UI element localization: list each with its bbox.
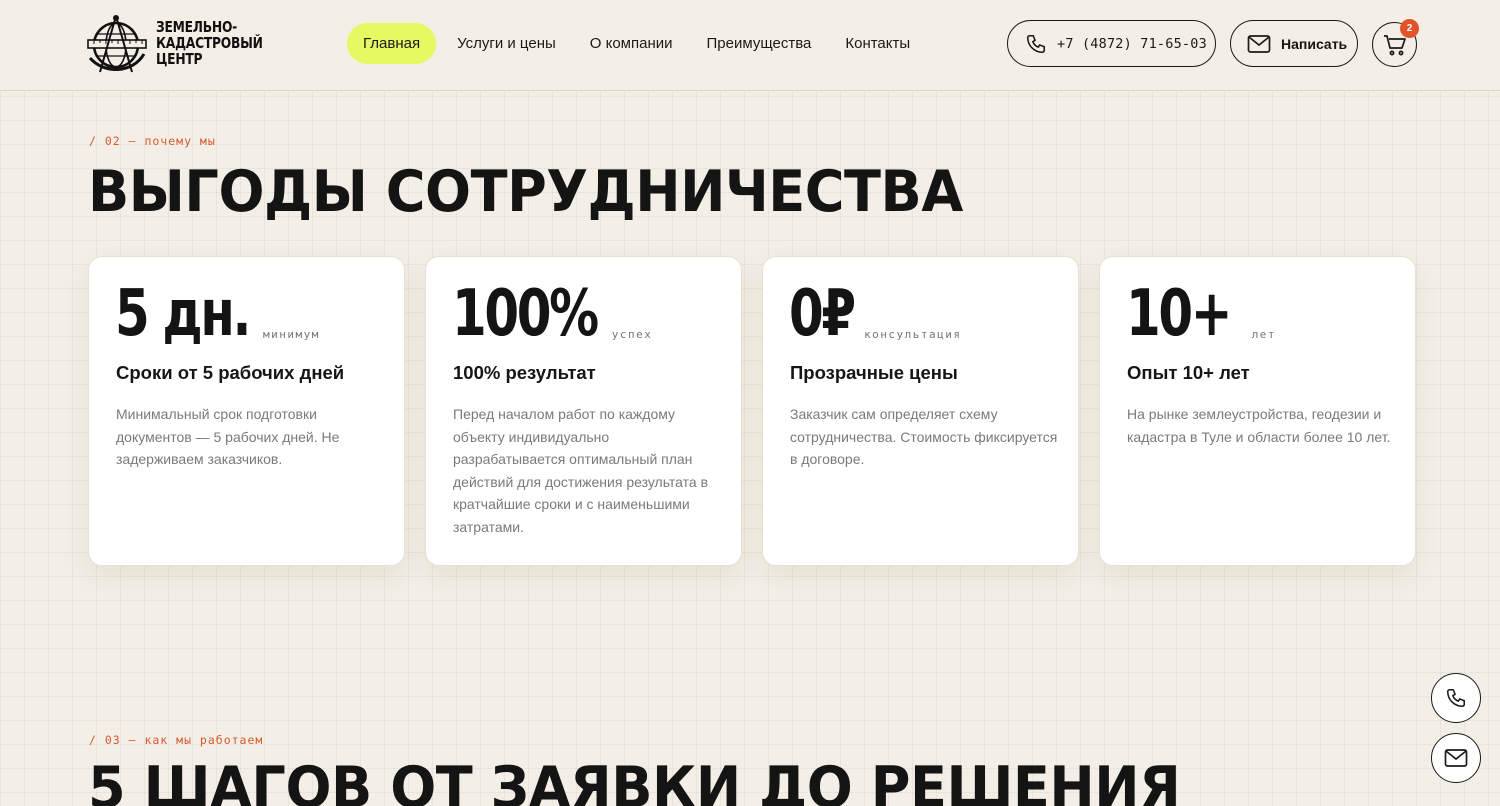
- globe-compass-icon: [87, 15, 147, 73]
- floating-call-button[interactable]: [1431, 673, 1481, 723]
- benefits-eyebrow: / 02 — почему мы: [89, 134, 216, 148]
- phone-button[interactable]: +7 (4872) 71-65-03: [1007, 20, 1216, 67]
- write-button[interactable]: Написать: [1230, 20, 1358, 67]
- nav-item-home[interactable]: Главная: [347, 23, 437, 64]
- stat-value: 0₽: [789, 277, 856, 351]
- card-title: Опыт 10+ лет: [1127, 362, 1250, 383]
- mail-icon: [1247, 34, 1271, 53]
- mail-icon: [1444, 749, 1468, 767]
- logo-text: ЗЕМЕЛЬНО- КАДАСТРОВЫЙ ЦЕНТР: [156, 19, 263, 67]
- logo-line: ЦЕНТР: [156, 50, 203, 68]
- stat-caption: лет: [1251, 328, 1277, 341]
- benefit-card-result: 100% успех 100% результат Перед началом …: [425, 256, 742, 566]
- card-description: На рынке землеустройства, геодезии и кад…: [1127, 406, 1391, 445]
- logo-line: ЗЕМЕЛЬНО-: [156, 18, 238, 36]
- benefits-title: ВЫГОДЫ СОТРУДНИЧЕСТВА: [88, 159, 963, 225]
- nav-item-services[interactable]: Услуги и цены: [440, 23, 573, 64]
- benefit-card-speed: 5 дн. минимум Сроки от 5 рабочих дней Ми…: [88, 256, 405, 566]
- logo-line: КАДАСТРОВЫЙ: [156, 34, 263, 52]
- stat-value: 10+: [1126, 277, 1233, 351]
- card-description: Заказчик сам определяет схему сотрудниче…: [790, 406, 1058, 468]
- floating-mail-button[interactable]: [1431, 733, 1481, 783]
- site-header: ЗЕМЕЛЬНО- КАДАСТРОВЫЙ ЦЕНТР Главная Услу…: [0, 0, 1500, 91]
- write-label: Написать: [1281, 35, 1348, 52]
- stat-caption: успех: [611, 328, 653, 341]
- phone-icon: [1026, 34, 1046, 53]
- stat-row: 10+ лет: [1126, 279, 1276, 347]
- card-title: Прозрачные цены: [790, 362, 958, 383]
- stat-row: 0₽ консультация: [789, 279, 962, 347]
- stat-caption: консультация: [864, 328, 962, 341]
- benefit-card-experience: 10+ лет Опыт 10+ лет На рынке землеустро…: [1099, 256, 1416, 566]
- stat-value: 100%: [452, 277, 599, 351]
- cart-icon: [1383, 34, 1406, 55]
- nav-item-about[interactable]: О компании: [573, 23, 690, 64]
- steps-eyebrow: / 03 — как мы работаем: [89, 733, 264, 747]
- main-nav: Главная Услуги и цены О компании Преимущ…: [347, 23, 927, 64]
- phone-icon: [1446, 688, 1466, 708]
- card-description: Минимальный срок подготовки документов —…: [116, 406, 340, 468]
- card-title: Сроки от 5 рабочих дней: [116, 362, 345, 383]
- card-title: 100% результат: [453, 362, 596, 383]
- cart-count-badge: 2: [1400, 19, 1419, 38]
- stat-row: 5 дн. минимум: [115, 279, 320, 347]
- benefit-card-prices: 0₽ консультация Прозрачные цены Заказчик…: [762, 256, 1079, 566]
- phone-number: +7 (4872) 71-65-03: [1057, 35, 1207, 52]
- nav-item-contacts[interactable]: Контакты: [828, 23, 927, 64]
- steps-title: 5 ШАГОВ ОТ ЗАЯВКИ ДО РЕШЕНИЯ: [88, 755, 1181, 806]
- stat-value: 5 дн.: [115, 277, 252, 351]
- nav-item-advantages[interactable]: Преимущества: [690, 23, 829, 64]
- stat-caption: минимум: [263, 328, 320, 341]
- company-logo[interactable]: ЗЕМЕЛЬНО- КАДАСТРОВЫЙ ЦЕНТР: [86, 12, 266, 76]
- stat-row: 100% успех: [452, 279, 652, 347]
- card-description: Перед началом работ по каждому объекту и…: [453, 406, 709, 535]
